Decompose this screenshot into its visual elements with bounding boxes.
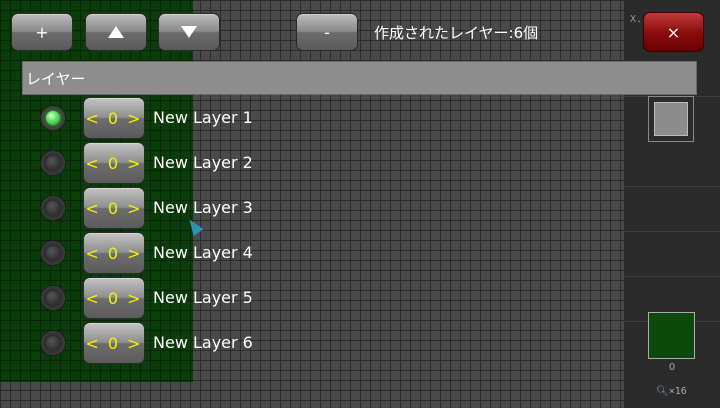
remove-label: -: [324, 22, 330, 42]
layer-name: New Layer 1: [153, 108, 253, 127]
radio-indicator: [46, 336, 60, 350]
layer-preview-thumbnail[interactable]: [648, 96, 694, 142]
current-color-swatch[interactable]: [648, 312, 695, 359]
layer-row[interactable]: < 0 > New Layer 6: [0, 321, 300, 366]
layer-visibility-button[interactable]: < 0 >: [83, 187, 145, 229]
layer-row[interactable]: < 0 > New Layer 5: [0, 276, 300, 321]
magnifier-icon: 🔍︎: [656, 386, 669, 397]
layer-count-label: 作成されたレイヤー:6個: [374, 24, 539, 42]
layer-select-radio[interactable]: [40, 195, 66, 221]
panel-title: レイヤー: [26, 69, 86, 88]
layer-visibility-button[interactable]: < 0 >: [83, 232, 145, 274]
layer-row[interactable]: < 0 > New Layer 4: [0, 231, 300, 276]
layer-row[interactable]: < 0 > New Layer 1: [0, 96, 300, 141]
delete-layer-button[interactable]: -: [296, 13, 358, 51]
color-value: 0: [668, 362, 676, 373]
layer-name: New Layer 2: [153, 153, 253, 172]
side-divider: [624, 186, 720, 187]
layer-panel-header: レイヤー: [22, 61, 697, 95]
add-layer-button[interactable]: +: [11, 13, 73, 51]
radio-indicator: [46, 156, 60, 170]
move-layer-up-button[interactable]: [85, 13, 147, 51]
zoom-indicator: 🔍︎×16: [656, 386, 687, 397]
zoom-level: ×16: [668, 386, 687, 397]
layer-name: New Layer 5: [153, 288, 253, 307]
add-label: +: [35, 22, 49, 42]
side-divider: [624, 231, 720, 232]
move-layer-down-button[interactable]: [158, 13, 220, 51]
radio-indicator: [46, 291, 60, 305]
layer-preview-image: [654, 102, 688, 136]
arrow-down-icon: [181, 26, 197, 38]
layer-name: New Layer 3: [153, 198, 253, 217]
layer-row[interactable]: < 0 > New Layer 2: [0, 141, 300, 186]
radio-indicator: [46, 111, 60, 125]
layer-visibility-button[interactable]: < 0 >: [83, 142, 145, 184]
layer-select-radio[interactable]: [40, 330, 66, 356]
layer-select-radio[interactable]: [40, 150, 66, 176]
layer-name: New Layer 4: [153, 243, 253, 262]
layer-row[interactable]: < 0 > New Layer 3: [0, 186, 300, 231]
close-button[interactable]: ×: [643, 12, 704, 52]
side-divider: [624, 276, 720, 277]
layer-select-radio[interactable]: [40, 105, 66, 131]
radio-indicator: [46, 246, 60, 260]
layer-visibility-button[interactable]: < 0 >: [83, 322, 145, 364]
coordinate-readout: X.: [630, 14, 643, 25]
arrow-up-icon: [108, 26, 124, 38]
radio-indicator: [46, 201, 60, 215]
layer-select-radio[interactable]: [40, 285, 66, 311]
layer-visibility-button[interactable]: < 0 >: [83, 97, 145, 139]
layer-name: New Layer 6: [153, 333, 253, 352]
layer-visibility-button[interactable]: < 0 >: [83, 277, 145, 319]
layer-select-radio[interactable]: [40, 240, 66, 266]
close-icon: ×: [666, 22, 681, 42]
